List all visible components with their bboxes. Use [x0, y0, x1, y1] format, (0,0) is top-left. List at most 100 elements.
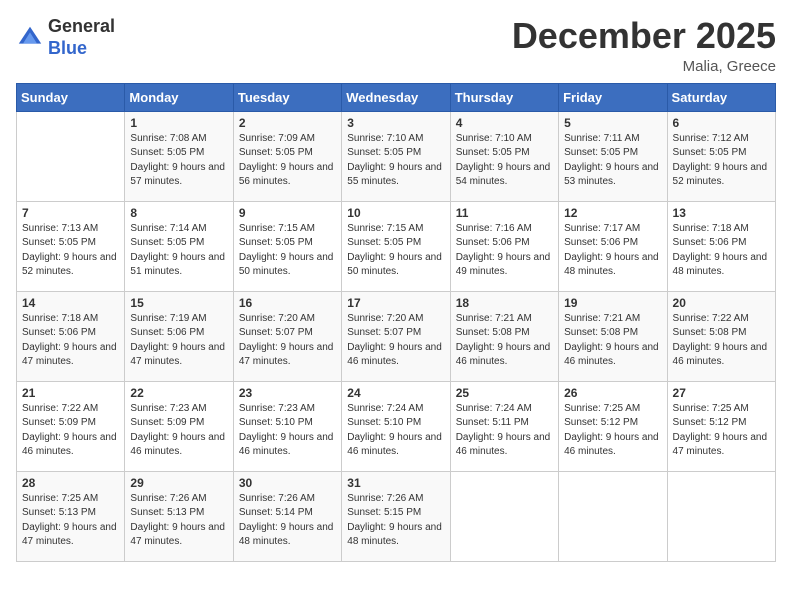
day-info: Sunrise: 7:09 AMSunset: 5:05 PMDaylight:… [239, 132, 336, 190]
day-number: 1 [130, 116, 227, 130]
day-number: 28 [22, 476, 119, 490]
day-cell: 6Sunrise: 7:12 AMSunset: 5:05 PMDaylight… [667, 111, 775, 201]
day-cell: 5 Sunrise: 7:11 AMSunset: 5:05 PMDaylight… [559, 111, 667, 201]
day-cell: 18Sunrise: 7:21 AMSunset: 5:08 PMDayligh… [450, 291, 558, 381]
logo-text: General Blue [48, 16, 115, 59]
header-saturday: Saturday [667, 83, 775, 111]
day-info: Sunrise: 7:14 AMSunset: 5:05 PMDaylight:… [130, 222, 227, 280]
logo-general: General [48, 16, 115, 36]
week-row-4: 21 Sunrise: 7:22 AMSunset: 5:09 PMDayligh… [17, 381, 776, 471]
day-cell [667, 471, 775, 561]
day-number: 14 [22, 296, 119, 310]
header-monday: Monday [125, 83, 233, 111]
day-cell: 14 Sunrise: 7:18 AMSunset: 5:06 PMDayligh… [17, 291, 125, 381]
logo-blue: Blue [48, 38, 87, 58]
day-info: Sunrise: 7:22 AMSunset: 5:09 PMDaylight:… [22, 402, 119, 460]
calendar-body: 1 Sunrise: 7:08 AMSunset: 5:05 PMDaylight… [17, 111, 776, 561]
header-thursday: Thursday [450, 83, 558, 111]
day-cell: 3Sunrise: 7:10 AMSunset: 5:05 PMDaylight… [342, 111, 450, 201]
day-number: 7 [22, 206, 119, 220]
header-row: SundayMondayTuesdayWednesdayThursdayFrid… [17, 83, 776, 111]
day-number: 16 [239, 296, 336, 310]
day-info: Sunrise: 7:26 AMSunset: 5:15 PMDaylight:… [347, 492, 444, 550]
day-info: Sunrise: 7:19 AMSunset: 5:06 PMDaylight:… [130, 312, 227, 370]
day-number: 27 [673, 386, 770, 400]
day-info: Sunrise: 7:16 AMSunset: 5:06 PMDaylight:… [456, 222, 553, 280]
day-cell: 29 Sunrise: 7:26 AMSunset: 5:13 PMDayligh… [125, 471, 233, 561]
day-number: 17 [347, 296, 444, 310]
day-info: Sunrise: 7:21 AMSunset: 5:08 PMDaylight:… [564, 312, 661, 370]
day-info: Sunrise: 7:11 AMSunset: 5:05 PMDaylight:… [564, 132, 661, 190]
day-number: 22 [130, 386, 227, 400]
day-number: 23 [239, 386, 336, 400]
day-info: Sunrise: 7:08 AMSunset: 5:05 PMDaylight:… [130, 132, 227, 190]
day-number: 26 [564, 386, 661, 400]
day-cell: 22 Sunrise: 7:23 AMSunset: 5:09 PMDayligh… [125, 381, 233, 471]
day-number: 29 [130, 476, 227, 490]
day-info: Sunrise: 7:26 AMSunset: 5:13 PMDaylight:… [130, 492, 227, 550]
logo: General Blue [16, 16, 115, 59]
day-cell: 4 Sunrise: 7:10 AMSunset: 5:05 PMDaylight… [450, 111, 558, 201]
day-number: 10 [347, 206, 444, 220]
day-number: 30 [239, 476, 336, 490]
day-number: 24 [347, 386, 444, 400]
day-number: 4 [456, 116, 553, 130]
day-cell: 21 Sunrise: 7:22 AMSunset: 5:09 PMDayligh… [17, 381, 125, 471]
day-cell: 8 Sunrise: 7:14 AMSunset: 5:05 PMDaylight… [125, 201, 233, 291]
header-friday: Friday [559, 83, 667, 111]
title-block: December 2025 Malia, Greece [512, 16, 776, 75]
day-cell: 27Sunrise: 7:25 AMSunset: 5:12 PMDayligh… [667, 381, 775, 471]
day-info: Sunrise: 7:15 AMSunset: 5:05 PMDaylight:… [239, 222, 336, 280]
header-wednesday: Wednesday [342, 83, 450, 111]
day-info: Sunrise: 7:25 AMSunset: 5:13 PMDaylight:… [22, 492, 119, 550]
day-cell: 16 Sunrise: 7:20 AMSunset: 5:07 PMDayligh… [233, 291, 341, 381]
month-title: December 2025 [512, 16, 776, 56]
day-number: 21 [22, 386, 119, 400]
week-row-2: 7Sunrise: 7:13 AMSunset: 5:05 PMDaylight… [17, 201, 776, 291]
day-cell: 17 Sunrise: 7:20 AMSunset: 5:07 PMDayligh… [342, 291, 450, 381]
day-number: 8 [130, 206, 227, 220]
day-number: 15 [130, 296, 227, 310]
day-info: Sunrise: 7:18 AMSunset: 5:06 PMDaylight:… [22, 312, 119, 370]
day-number: 19 [564, 296, 661, 310]
day-number: 9 [239, 206, 336, 220]
day-cell: 25 Sunrise: 7:24 AMSunset: 5:11 PMDayligh… [450, 381, 558, 471]
page-header: General Blue December 2025 Malia, Greece [16, 16, 776, 75]
day-cell: 23Sunrise: 7:23 AMSunset: 5:10 PMDayligh… [233, 381, 341, 471]
day-number: 25 [456, 386, 553, 400]
day-info: Sunrise: 7:25 AMSunset: 5:12 PMDaylight:… [564, 402, 661, 460]
day-info: Sunrise: 7:17 AMSunset: 5:06 PMDaylight:… [564, 222, 661, 280]
week-row-1: 1 Sunrise: 7:08 AMSunset: 5:05 PMDaylight… [17, 111, 776, 201]
location: Malia, Greece [512, 58, 776, 75]
day-cell: 10Sunrise: 7:15 AMSunset: 5:05 PMDayligh… [342, 201, 450, 291]
day-number: 2 [239, 116, 336, 130]
day-cell: 20Sunrise: 7:22 AMSunset: 5:08 PMDayligh… [667, 291, 775, 381]
day-cell: 31 Sunrise: 7:26 AMSunset: 5:15 PMDayligh… [342, 471, 450, 561]
day-info: Sunrise: 7:23 AMSunset: 5:09 PMDaylight:… [130, 402, 227, 460]
day-info: Sunrise: 7:24 AMSunset: 5:10 PMDaylight:… [347, 402, 444, 460]
day-number: 12 [564, 206, 661, 220]
day-info: Sunrise: 7:22 AMSunset: 5:08 PMDaylight:… [673, 312, 770, 370]
day-number: 6 [673, 116, 770, 130]
day-number: 5 [564, 116, 661, 130]
day-cell: 11Sunrise: 7:16 AMSunset: 5:06 PMDayligh… [450, 201, 558, 291]
day-cell: 1 Sunrise: 7:08 AMSunset: 5:05 PMDaylight… [125, 111, 233, 201]
day-number: 3 [347, 116, 444, 130]
day-info: Sunrise: 7:20 AMSunset: 5:07 PMDaylight:… [239, 312, 336, 370]
day-cell: 26 Sunrise: 7:25 AMSunset: 5:12 PMDayligh… [559, 381, 667, 471]
day-info: Sunrise: 7:20 AMSunset: 5:07 PMDaylight:… [347, 312, 444, 370]
day-cell: 19 Sunrise: 7:21 AMSunset: 5:08 PMDayligh… [559, 291, 667, 381]
header-sunday: Sunday [17, 83, 125, 111]
week-row-3: 14 Sunrise: 7:18 AMSunset: 5:06 PMDayligh… [17, 291, 776, 381]
day-number: 13 [673, 206, 770, 220]
calendar-header: SundayMondayTuesdayWednesdayThursdayFrid… [17, 83, 776, 111]
logo-icon [16, 24, 44, 52]
day-info: Sunrise: 7:18 AMSunset: 5:06 PMDaylight:… [673, 222, 770, 280]
day-info: Sunrise: 7:10 AMSunset: 5:05 PMDaylight:… [456, 132, 553, 190]
day-info: Sunrise: 7:26 AMSunset: 5:14 PMDaylight:… [239, 492, 336, 550]
day-number: 31 [347, 476, 444, 490]
calendar-table: SundayMondayTuesdayWednesdayThursdayFrid… [16, 83, 776, 562]
day-cell: 12 Sunrise: 7:17 AMSunset: 5:06 PMDayligh… [559, 201, 667, 291]
day-info: Sunrise: 7:24 AMSunset: 5:11 PMDaylight:… [456, 402, 553, 460]
day-cell [450, 471, 558, 561]
